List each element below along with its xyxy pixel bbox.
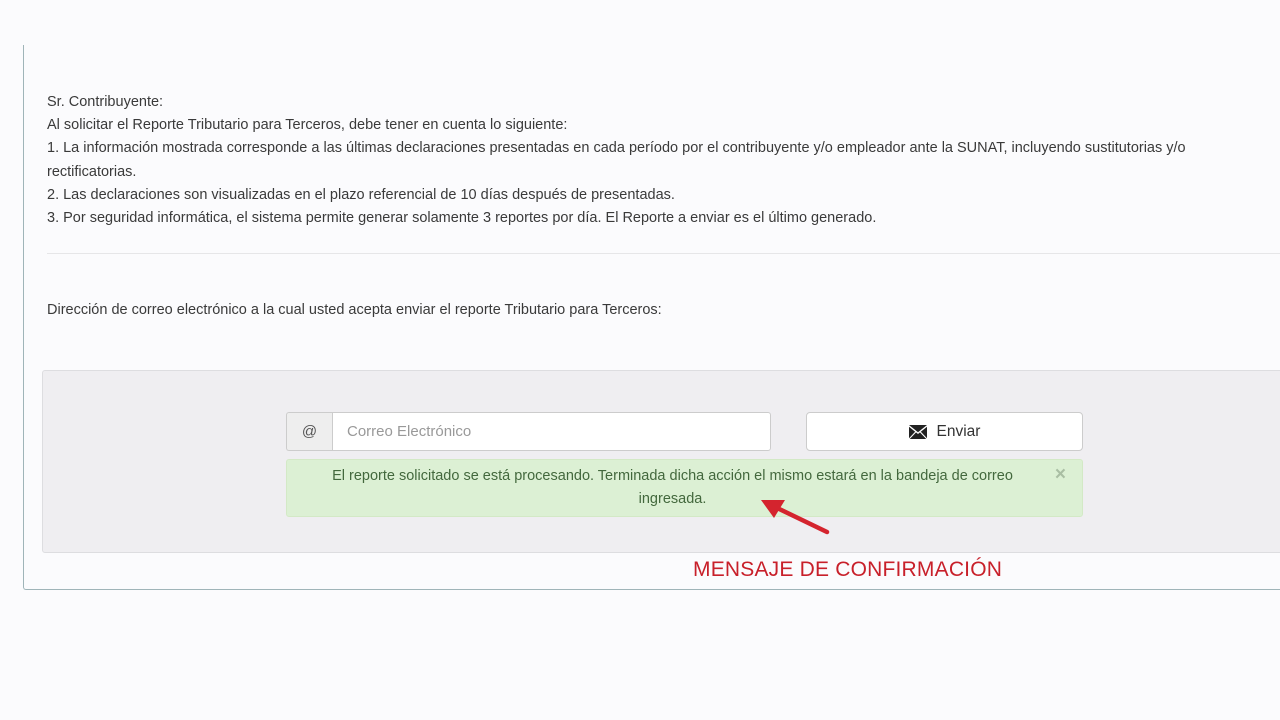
at-sign-addon: @ xyxy=(286,412,332,451)
close-icon[interactable]: × xyxy=(1055,464,1066,486)
envelope-icon xyxy=(908,424,927,439)
email-input-group: @ xyxy=(286,412,771,451)
email-input[interactable] xyxy=(332,412,771,451)
arrow-icon xyxy=(755,492,835,545)
notice-item-1-continuation: rectificatorias. xyxy=(47,163,137,180)
confirmation-annotation: MENSAJE DE CONFIRMACIÓN xyxy=(693,558,1003,581)
notice-item-3: 3. Por seguridad informática, el sistema… xyxy=(47,210,877,227)
send-button[interactable]: Enviar xyxy=(806,412,1083,451)
email-section-label: Dirección de correo electrónico a la cua… xyxy=(47,302,662,318)
section-divider xyxy=(47,253,1280,254)
confirmation-alert: El reporte solicitado se está procesando… xyxy=(286,459,1083,517)
notice-greeting: Sr. Contribuyente: xyxy=(47,94,164,110)
notice-item-1: 1. La información mostrada corresponde a… xyxy=(47,140,1186,157)
alert-message: El reporte solicitado se está procesando… xyxy=(332,468,1013,507)
notice-intro: Al solicitar el Reporte Tributario para … xyxy=(47,117,568,134)
notice-text: Sr. Contribuyente: Al solicitar el Repor… xyxy=(47,91,1280,230)
send-button-label: Enviar xyxy=(936,422,981,440)
notice-item-2: 2. Las declaraciones son visualizadas en… xyxy=(47,186,675,203)
